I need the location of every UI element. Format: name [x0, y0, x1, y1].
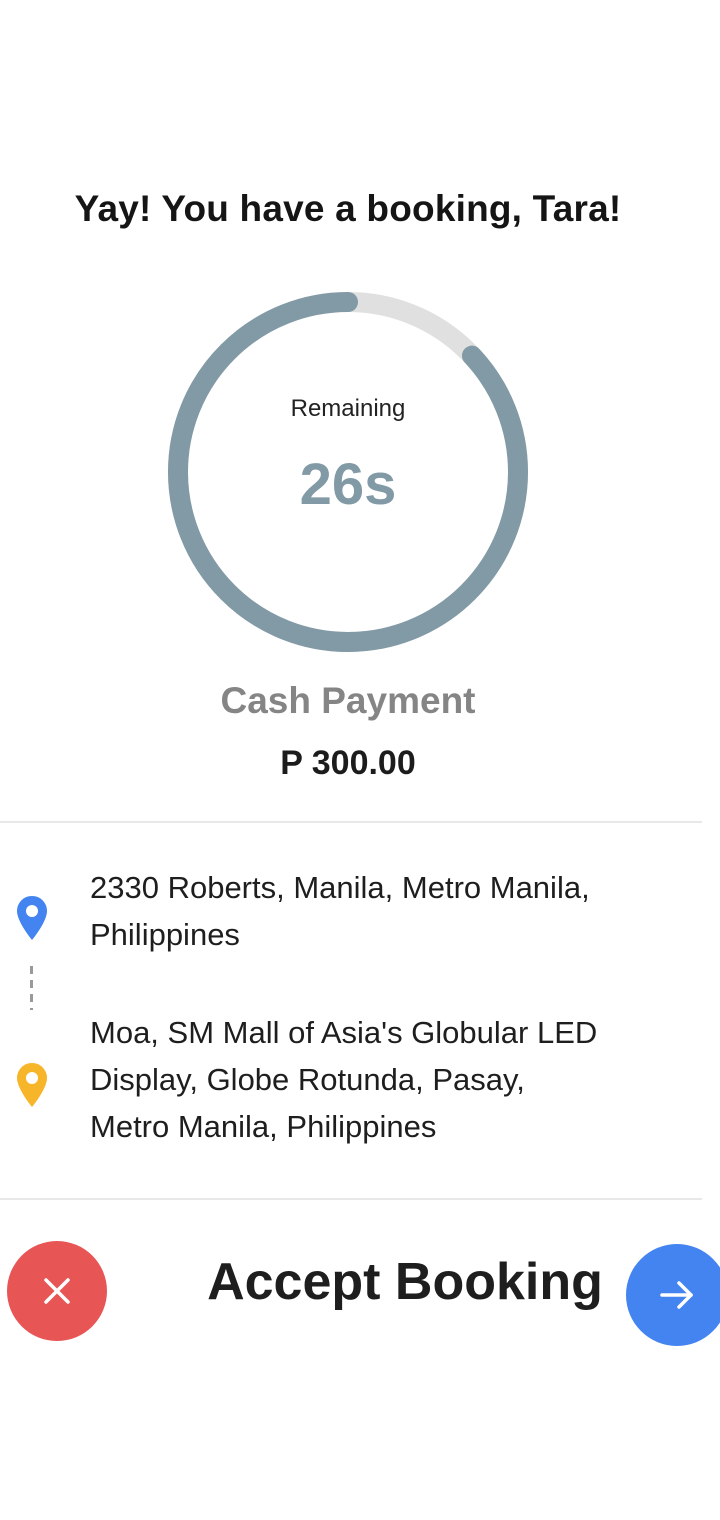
dropoff-address: Moa, SM Mall of Asia's Globular LED Disp…	[90, 1009, 700, 1150]
dropoff-address-line: Display, Globe Rotunda, Pasay,	[90, 1062, 525, 1097]
divider	[0, 1198, 702, 1200]
pickup-address-line: 2330 Roberts, Manila, Metro Manila,	[90, 870, 590, 905]
close-icon	[44, 1278, 70, 1304]
accept-booking-button[interactable]	[626, 1244, 720, 1346]
route-connector	[30, 966, 33, 1010]
reject-booking-button[interactable]	[7, 1241, 107, 1341]
countdown-timer: Remaining 26s	[167, 291, 529, 653]
dropoff-address-line: Metro Manila, Philippines	[90, 1109, 437, 1144]
map-pin-icon	[17, 1063, 47, 1107]
payment-amount: P 300.00	[280, 744, 416, 782]
dropoff-address-line: Moa, SM Mall of Asia's Globular LED	[90, 1015, 598, 1050]
countdown-label: Remaining	[290, 395, 406, 422]
map-pin-icon	[17, 896, 47, 940]
payment-type: Cash Payment	[220, 680, 476, 721]
arrow-right-icon	[660, 1281, 693, 1309]
countdown-value: 26s	[299, 452, 397, 517]
booking-request-screen: Yay! You have a booking, Tara! Remaining…	[0, 0, 720, 1520]
greeting-title: Yay! You have a booking, Tara!	[74, 188, 622, 229]
pickup-address-line: Philippines	[90, 917, 240, 952]
divider	[0, 821, 702, 823]
accept-booking-label[interactable]: Accept Booking	[150, 1252, 660, 1312]
pickup-address: 2330 Roberts, Manila, Metro Manila, Phil…	[90, 864, 700, 958]
